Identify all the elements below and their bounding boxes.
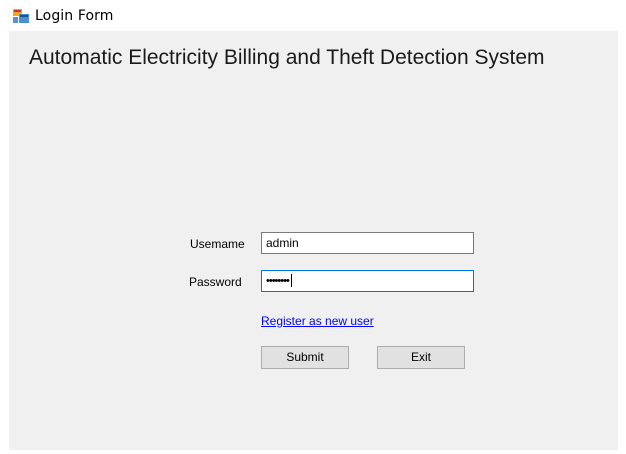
- window-title: Login Form: [35, 8, 114, 24]
- password-value: ••••••••: [266, 275, 290, 287]
- exit-button[interactable]: Exit: [377, 346, 465, 369]
- title-bar[interactable]: Login Form: [0, 0, 626, 30]
- text-caret: [290, 274, 292, 288]
- app-icon: [13, 9, 29, 23]
- username-label: Usemame: [190, 237, 245, 251]
- login-window: Login Form Automatic Electricity Billing…: [0, 0, 626, 454]
- username-input[interactable]: admin: [261, 232, 474, 254]
- password-label: Password: [189, 275, 242, 289]
- form-client-area: Automatic Electricity Billing and Theft …: [9, 31, 618, 450]
- submit-button[interactable]: Submit: [261, 346, 349, 369]
- password-input[interactable]: ••••••••: [261, 270, 474, 292]
- username-value: admin: [266, 236, 299, 250]
- app-heading: Automatic Electricity Billing and Theft …: [29, 46, 545, 69]
- register-link[interactable]: Register as new user: [261, 314, 374, 328]
